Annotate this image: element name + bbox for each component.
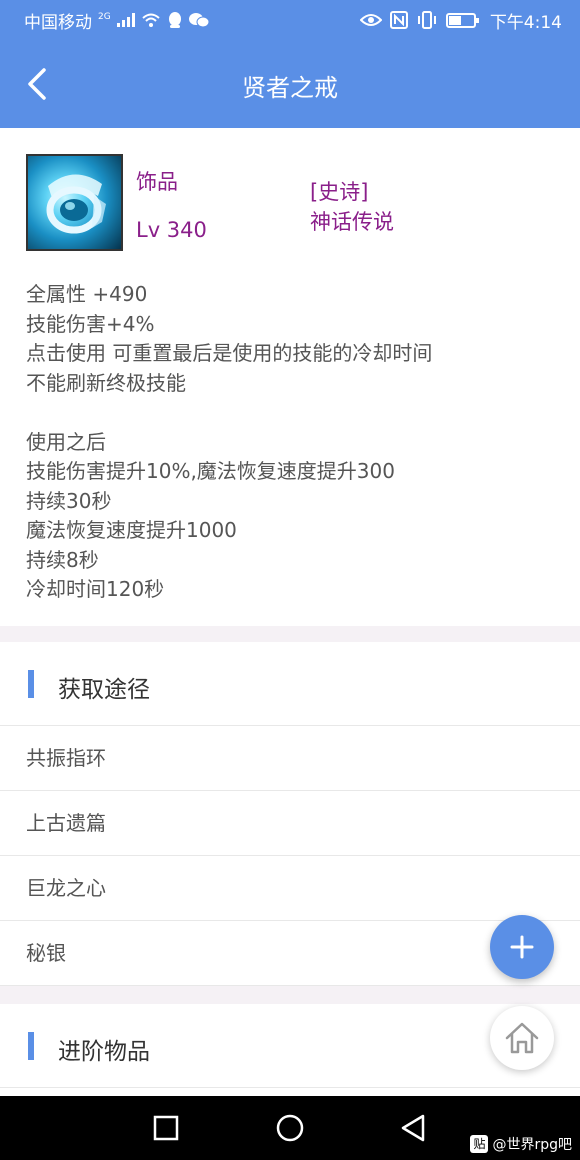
- section-title: 进阶物品: [58, 1039, 150, 1065]
- description-line: 点击使用 可重置最后是使用的技能的冷却时间: [26, 341, 433, 365]
- description-line: 不能刷新终极技能: [26, 370, 186, 395]
- description-line: 使用之后: [26, 429, 106, 454]
- description-line: 持续30秒: [26, 488, 112, 513]
- description-line: 技能伤害+4%: [26, 311, 155, 336]
- battery-icon: [445, 12, 479, 28]
- item-rarity: [史诗]: [310, 180, 369, 204]
- description-line: 技能伤害提升10%,魔法恢复速度提升300: [26, 459, 395, 483]
- acquire-item[interactable]: 上古遗篇: [0, 791, 580, 856]
- description-line: 冷却时间120秒: [26, 577, 165, 601]
- square-icon: [153, 1115, 179, 1141]
- acquire-item[interactable]: 巨龙之心: [0, 856, 580, 921]
- triangle-back-icon: [401, 1114, 425, 1142]
- carrier-label: 中国移动: [24, 12, 92, 33]
- recents-button[interactable]: [148, 1110, 184, 1146]
- circle-icon: [276, 1114, 304, 1142]
- vibrate-icon: [417, 11, 436, 29]
- item-description: 全属性 +490 技能伤害+4% 点击使用 可重置最后是使用的技能的冷却时间 不…: [26, 280, 556, 605]
- watermark-text: @世界rpg吧: [492, 1137, 572, 1153]
- section-accent-bar: [28, 670, 34, 698]
- item-series: 神话传说: [310, 210, 394, 234]
- section-title: 获取途径: [58, 677, 150, 703]
- description-line: 全属性 +490: [26, 282, 148, 306]
- home-icon: [505, 1022, 539, 1054]
- system-back-button[interactable]: [396, 1110, 432, 1146]
- qq-icon: [168, 12, 181, 28]
- item-detail-card: 饰品 Lv 340 [史诗] 神话传说 全属性 +490 技能伤害+4% 点击使…: [0, 128, 580, 626]
- wifi-icon: [142, 13, 160, 27]
- add-button[interactable]: [490, 915, 554, 979]
- section-header: 获取途径: [0, 642, 580, 726]
- description-line: 魔法恢复速度提升1000: [26, 518, 237, 542]
- system-home-button[interactable]: [272, 1110, 308, 1146]
- item-category: 饰品: [136, 170, 178, 194]
- description-line: 持续8秒: [26, 547, 99, 572]
- eye-icon: [359, 14, 382, 26]
- status-bar: 中国移动 2G 下午4:14: [0, 0, 580, 40]
- watermark: 贴 @世界rpg吧: [470, 1134, 572, 1154]
- item-level: Lv 340: [136, 218, 207, 242]
- clock: 下午4:14: [489, 12, 562, 33]
- home-button[interactable]: [490, 1006, 554, 1070]
- page-title: 贤者之戒: [242, 74, 338, 102]
- wechat-icon: [188, 13, 209, 28]
- acquire-item[interactable]: 共振指环: [0, 726, 580, 791]
- network-type-label: 2G: [98, 11, 111, 22]
- nfc-icon: [389, 11, 408, 29]
- item-ring-image: [26, 154, 123, 251]
- plus-icon: [510, 935, 534, 959]
- section-accent-bar: [28, 1032, 34, 1060]
- tieba-logo-icon: 贴: [470, 1135, 489, 1153]
- signal-icon: [116, 13, 135, 27]
- nav-bar: 贤者之戒: [0, 40, 580, 128]
